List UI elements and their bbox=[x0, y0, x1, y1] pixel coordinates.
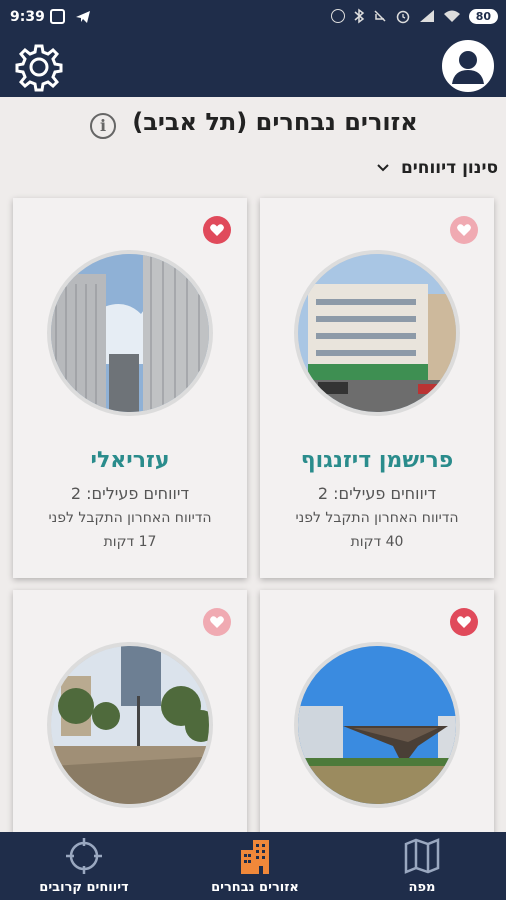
nav-map[interactable]: מפה bbox=[384, 832, 460, 900]
favorite-heart-icon[interactable] bbox=[203, 216, 231, 244]
mute-icon bbox=[374, 10, 386, 22]
status-bar: 9:39 80 bbox=[0, 0, 506, 36]
message-notification-icon bbox=[50, 9, 65, 24]
nfc-icon bbox=[330, 9, 345, 23]
signal-icon bbox=[419, 10, 434, 22]
battery-indicator: 80 bbox=[468, 8, 498, 24]
nav-nearby-reports-label: דיווחים קרובים bbox=[39, 880, 129, 895]
telegram-icon bbox=[76, 11, 90, 23]
nav-nearby-reports[interactable]: דיווחים קרובים bbox=[34, 832, 134, 900]
nav-map-label: מפה bbox=[408, 880, 436, 895]
page-title: אזורים נבחרים (תל אביב) bbox=[132, 108, 418, 136]
favorite-heart-icon[interactable] bbox=[450, 608, 478, 636]
profile-avatar[interactable] bbox=[442, 40, 494, 92]
map-icon bbox=[404, 838, 440, 874]
last-report-time: 17 דקות bbox=[103, 534, 157, 550]
favorite-heart-icon[interactable] bbox=[450, 216, 478, 244]
user-icon bbox=[446, 44, 490, 88]
report-filter-dropdown[interactable]: סינון דיווחים bbox=[377, 154, 498, 182]
favorite-heart-icon[interactable] bbox=[203, 608, 231, 636]
area-photo bbox=[47, 642, 213, 808]
bottom-navigation: מפה אזורים נבחרים דיווחים קרובים bbox=[0, 832, 506, 900]
area-card[interactable] bbox=[13, 590, 247, 850]
active-reports: דיווחים פעילים: 2 bbox=[70, 484, 190, 503]
nav-selected-areas-label: אזורים נבחרים bbox=[211, 880, 299, 895]
nav-selected-areas[interactable]: אזורים נבחרים bbox=[200, 832, 310, 900]
area-name: עזריאלי bbox=[90, 448, 170, 473]
buildings-icon bbox=[241, 840, 269, 874]
bluetooth-icon bbox=[354, 8, 364, 24]
area-card-frishman-dizengoff[interactable]: פרישמן דיזנגוף דיווחים פעילים: 2 הדיווח … bbox=[260, 198, 494, 578]
status-right-icons: 80 bbox=[330, 8, 498, 24]
wifi-icon bbox=[443, 10, 460, 22]
area-photo bbox=[47, 250, 213, 416]
area-card-azrieli[interactable]: עזריאלי דיווחים פעילים: 2 הדיווח האחרון … bbox=[13, 198, 247, 578]
alarm-icon bbox=[396, 10, 409, 24]
last-report-label: הדיווח האחרון התקבל לפני bbox=[295, 510, 459, 526]
info-icon[interactable]: i bbox=[90, 113, 116, 139]
area-photo bbox=[294, 642, 460, 808]
last-report-label: הדיווח האחרון התקבל לפני bbox=[48, 510, 212, 526]
active-reports: דיווחים פעילים: 2 bbox=[317, 484, 437, 503]
settings-gear-icon[interactable] bbox=[12, 40, 66, 94]
area-photo bbox=[294, 250, 460, 416]
chevron-down-icon bbox=[377, 164, 389, 172]
status-time: 9:39 bbox=[10, 9, 45, 25]
area-card[interactable] bbox=[260, 590, 494, 850]
crosshair-icon bbox=[66, 838, 102, 874]
last-report-time: 40 דקות bbox=[350, 534, 404, 550]
app-bar bbox=[0, 36, 506, 97]
notification-icons bbox=[50, 9, 91, 25]
filter-label: סינון דיווחים bbox=[400, 158, 498, 178]
area-name: פרישמן דיזנגוף bbox=[300, 448, 454, 473]
title-row: i אזורים נבחרים (תל אביב) bbox=[0, 106, 506, 148]
